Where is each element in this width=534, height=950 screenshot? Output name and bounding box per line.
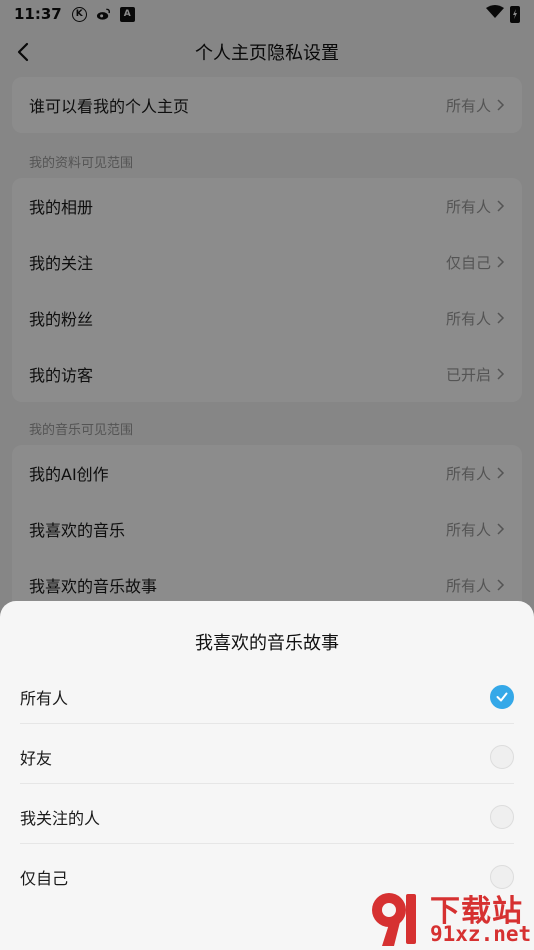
- radio-unchecked-icon: [490, 745, 514, 769]
- radio-checked-icon: [490, 685, 514, 709]
- option-everyone[interactable]: 所有人: [0, 667, 534, 727]
- sheet-title: 我喜欢的音乐故事: [195, 633, 339, 654]
- option-people-i-follow[interactable]: 我关注的人: [0, 787, 534, 847]
- option-label: 我关注的人: [20, 809, 101, 828]
- option-friends[interactable]: 好友: [0, 727, 534, 787]
- divider: [20, 843, 514, 844]
- divider: [20, 723, 514, 724]
- radio-unchecked-icon: [490, 805, 514, 829]
- divider: [20, 783, 514, 784]
- option-label: 所有人: [20, 689, 69, 708]
- option-label: 仅自己: [20, 869, 69, 888]
- watermark-logo-icon: [372, 893, 416, 946]
- option-label: 好友: [20, 749, 53, 768]
- watermark: 下载站 91xz.net: [360, 882, 534, 950]
- watermark-url: 91xz.net: [430, 922, 532, 946]
